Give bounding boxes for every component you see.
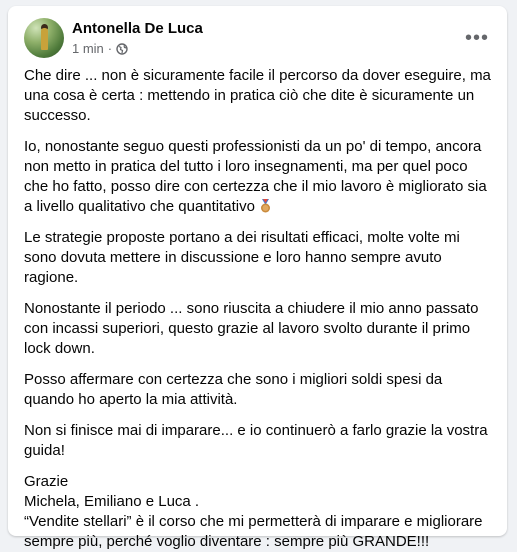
bronze-medal-icon [259, 199, 272, 213]
post-paragraph: Io, nonostante seguo questi professionis… [24, 137, 491, 217]
closing-line: Michela, Emiliano e Luca . [24, 493, 200, 510]
globe-icon[interactable] [116, 42, 128, 55]
closing-line: Grazie [24, 473, 69, 490]
more-horizontal-icon: ••• [464, 26, 489, 49]
post-paragraph-text: Io, nonostante seguo questi professionis… [24, 138, 487, 215]
post-paragraph: Non si finisce mai di imparare... e io c… [24, 422, 488, 459]
more-options-button[interactable]: ••• [459, 24, 495, 52]
avatar[interactable] [24, 18, 64, 58]
post-header: Antonella De Luca 1 min · ••• [24, 18, 495, 62]
post-paragraph: Che dire ... non è sicuramente facile il… [24, 67, 491, 124]
post-timestamp[interactable]: 1 min [72, 41, 104, 56]
post-closing: Grazie Michela, Emiliano e Luca . “Vendi… [24, 472, 491, 552]
avatar-figure [41, 28, 48, 50]
post-card: Antonella De Luca 1 min · ••• Che dire .… [8, 6, 507, 550]
meta-separator: · [107, 41, 113, 56]
post-paragraph: Le strategie proposte portano a dei risu… [24, 229, 460, 286]
post-meta: 1 min · [72, 41, 128, 56]
author-name[interactable]: Antonella De Luca [72, 20, 203, 37]
post-body: Che dire ... non è sicuramente facile il… [24, 66, 491, 552]
post-paragraph: Nonostante il periodo ... sono riuscita … [24, 300, 479, 357]
post-paragraph: Posso affermare con certezza che sono i … [24, 371, 443, 408]
